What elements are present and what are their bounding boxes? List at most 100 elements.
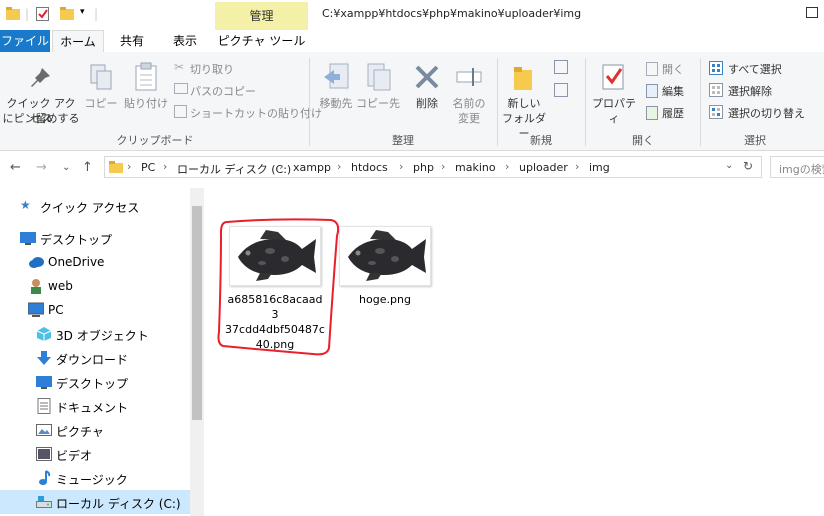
open-label: 開く [662, 63, 684, 76]
clipboard-icon [135, 62, 157, 91]
breadcrumb-makino[interactable]: makino [455, 161, 496, 174]
nav-item-pictures[interactable]: ピクチャ [0, 418, 190, 442]
music-icon [36, 470, 52, 486]
nav-item-videos[interactable]: ビデオ [0, 442, 190, 466]
invert-selection-label: 選択の切り替え [728, 107, 805, 120]
nav-item-onedrive[interactable]: OneDrive [0, 250, 190, 274]
new-folder-icon [514, 67, 532, 90]
nav-label: ドキュメント [56, 401, 129, 415]
nav-item-local-disk[interactable]: ローカル ディスク (C:) [0, 490, 190, 514]
desktop-icon [20, 230, 36, 246]
tab-picture-tools[interactable]: ピクチャ ツール [215, 30, 308, 52]
shortcut-icon [174, 105, 187, 118]
path-icon [174, 83, 188, 94]
easy-access-icon[interactable] [554, 83, 568, 97]
nav-item-desktop-pc[interactable]: デスクトップ [0, 370, 190, 394]
copy-path-label: パスのコピー [190, 85, 256, 98]
rename-label-line2: 変更 [458, 112, 480, 125]
paste-label: 貼り付け [124, 97, 168, 110]
forward-icon[interactable]: → [36, 160, 47, 175]
organize-group-label: 整理 [392, 134, 414, 147]
window-title: C:¥xampp¥htdocs¥php¥makino¥uploader¥img [322, 7, 582, 20]
star-icon: ★ [20, 198, 31, 212]
history-label: 履歴 [662, 107, 684, 120]
new-folder-icon[interactable] [60, 7, 74, 21]
chevron-right-icon: › [441, 160, 446, 173]
nav-label: デスクトップ [56, 377, 129, 391]
folder-icon[interactable] [6, 7, 20, 21]
tab-view[interactable]: 表示 [160, 30, 210, 52]
search-input[interactable]: imgの検索 [770, 156, 824, 178]
nav-item-downloads[interactable]: ダウンロード [0, 346, 190, 370]
tab-file[interactable]: ファイル [0, 30, 50, 52]
qa-dropdown-icon[interactable]: ▾ [80, 7, 85, 17]
pin-label-line2: にピン留めする [2, 112, 80, 125]
breadcrumb-htdocs[interactable]: htdocs [351, 161, 388, 174]
tab-home[interactable]: ホーム [52, 30, 104, 52]
nav-label: ダウンロード [56, 353, 129, 367]
select-group-label: 選択 [744, 134, 766, 147]
breadcrumb-img[interactable]: img [589, 161, 610, 174]
nav-item-pc[interactable]: PC [0, 298, 190, 322]
nav-item-documents[interactable]: ドキュメント [0, 394, 190, 418]
breadcrumb-xampp[interactable]: xampp [293, 161, 331, 174]
edit-label: 編集 [662, 85, 684, 98]
clipboard-group-label: クリップボード [116, 134, 194, 147]
properties-check-icon[interactable] [36, 7, 50, 21]
breadcrumb-uploader[interactable]: uploader [519, 161, 568, 174]
file-view: a685816c8acaad3 37cdd4dbf50487c 40.png h… [205, 188, 824, 516]
up-icon[interactable]: ↑ [82, 160, 93, 175]
desktop-icon [36, 374, 52, 390]
breadcrumb-local-disk[interactable]: ローカル ディスク (C:) [177, 161, 291, 177]
breadcrumb-php[interactable]: php [413, 161, 434, 174]
nav-label: クイック アクセス [40, 201, 140, 215]
maximize-icon[interactable] [806, 7, 818, 18]
nav-item-music[interactable]: ミュージック [0, 466, 190, 490]
file-name-line: hoge.png [359, 293, 411, 306]
invert-selection-icon [709, 105, 723, 119]
nav-item-3d-objects[interactable]: 3D オブジェクト [0, 322, 190, 346]
address-bar[interactable]: › PC › ローカル ディスク (C:) › xampp › htdocs ›… [104, 156, 762, 178]
separator: | [25, 7, 30, 21]
tab-share[interactable]: 共有 [110, 30, 154, 52]
history-icon [646, 106, 658, 120]
select-none-icon [709, 83, 723, 97]
pin-icon [31, 68, 50, 87]
copy-to-icon [367, 63, 391, 91]
new-group-label: 新規 [530, 134, 552, 147]
breadcrumb-pc[interactable]: PC [141, 161, 155, 174]
refresh-icon[interactable]: ↻ [743, 159, 753, 173]
chevron-right-icon: › [575, 160, 580, 173]
navigation-pane: ★ クイック アクセス デスクトップ OneDrive web PC 3D オブ… [0, 188, 190, 516]
drive-icon [36, 494, 52, 510]
new-item-icon[interactable] [554, 60, 568, 74]
properties-label: プロパティ [592, 97, 636, 125]
copy-icon [90, 64, 112, 90]
search-placeholder: imgの検索 [779, 163, 824, 176]
nav-scroll-thumb[interactable] [192, 206, 202, 420]
file-thumbnail [339, 226, 431, 286]
address-dropdown-icon[interactable]: ⌄ [725, 160, 733, 171]
chevron-right-icon: › [399, 160, 404, 173]
nav-item-quick-access[interactable]: ★ クイック アクセス [0, 194, 190, 218]
rename-label-line1: 名前の [452, 97, 486, 110]
delete-x-icon [415, 65, 439, 89]
new-folder-label-line1: 新しい [507, 97, 541, 110]
manage-context-tab[interactable]: 管理 [215, 2, 308, 30]
scissors-icon: ✂ [174, 60, 185, 74]
chevron-right-icon: › [505, 160, 510, 173]
nav-item-desktop[interactable]: デスクトップ [0, 226, 190, 250]
nav-label: web [48, 279, 73, 293]
back-icon[interactable]: ← [10, 160, 21, 175]
copy-label: コピー [84, 97, 118, 110]
nav-item-web[interactable]: web [0, 274, 190, 298]
recent-dropdown-icon[interactable]: ⌄ [62, 162, 70, 173]
open-group-label: 開く [632, 134, 654, 147]
nav-label: デスクトップ [40, 233, 113, 247]
cut-label: 切り取り [190, 63, 234, 76]
nav-label: ビデオ [56, 449, 93, 463]
nav-label: OneDrive [48, 255, 105, 269]
pc-icon [27, 302, 45, 318]
select-all-label: すべて選択 [728, 63, 782, 76]
cube-icon [36, 326, 52, 342]
